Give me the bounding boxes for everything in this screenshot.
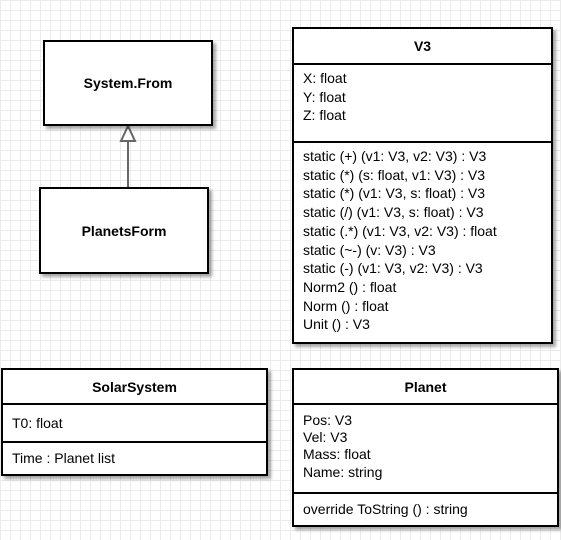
v3-method: Unit () : V3	[303, 316, 370, 333]
v3-attributes: X: float Y: float Z: float	[294, 65, 551, 141]
planet-method: override ToString () : string	[303, 501, 468, 518]
solar-system-methods: Time : Planet list	[3, 441, 266, 474]
v3-class-box[interactable]: V3 X: float Y: float Z: float static (+)…	[292, 27, 553, 344]
planets-form-title: PlanetsForm	[81, 222, 167, 239]
planet-attribute: Vel: V3	[303, 429, 348, 446]
planet-attribute: Name: string	[303, 463, 383, 480]
solar-system-method: Time : Planet list	[12, 450, 115, 467]
planets-form-box[interactable]: PlanetsForm	[39, 187, 209, 274]
inheritance-arrowhead	[119, 123, 137, 142]
v3-attribute: Z: float	[303, 107, 346, 124]
planet-class-box[interactable]: Planet Pos: V3 Vel: V3 Mass: float Name:…	[292, 368, 559, 527]
solar-system-title-text: SolarSystem	[92, 378, 177, 395]
v3-class-title: V3	[294, 29, 551, 65]
system-from-title: System.From	[83, 75, 173, 91]
v3-method: static (-) (v1: V3, v2: V3) : V3	[303, 260, 483, 277]
v3-title-text: V3	[413, 38, 432, 54]
v3-attribute: X: float	[303, 70, 347, 86]
v3-methods: static (+) (v1: V3, v2: V3) : V3 static …	[294, 141, 551, 338]
solar-system-attribute: T0: float	[12, 414, 63, 431]
v3-method: static (.*) (v1: V3, v2: V3) : float	[303, 222, 497, 239]
planet-attribute: Pos: V3	[303, 412, 353, 428]
solar-system-class-box[interactable]: SolarSystem T0: float Time : Planet list	[1, 368, 268, 476]
v3-method: static (/) (v1: V3, s: float) : V3	[303, 204, 484, 221]
v3-method: static (~-) (v: V3) : V3	[303, 241, 436, 258]
v3-method: static (*) (v1: V3, s: float) : V3	[303, 185, 486, 202]
v3-method: Norm2 () : float	[303, 278, 397, 295]
planet-attribute: Mass: float	[303, 446, 371, 463]
v3-method: Norm () : float	[303, 297, 389, 314]
v3-method: static (+) (v1: V3, v2: V3) : V3	[303, 148, 487, 164]
v3-method: static (*) (s: float, v1: V3) : V3	[303, 166, 486, 183]
planet-attributes: Pos: V3 Vel: V3 Mass: float Name: string	[294, 405, 557, 492]
system-from-box[interactable]: System.From	[43, 40, 213, 126]
solar-system-class-title: SolarSystem	[3, 370, 266, 405]
planet-methods: override ToString () : string	[294, 492, 557, 525]
planet-title-text: Planet	[404, 378, 447, 395]
solar-system-attributes: T0: float	[3, 405, 266, 441]
v3-attribute: Y: float	[303, 88, 346, 105]
planet-class-title: Planet	[294, 370, 557, 405]
